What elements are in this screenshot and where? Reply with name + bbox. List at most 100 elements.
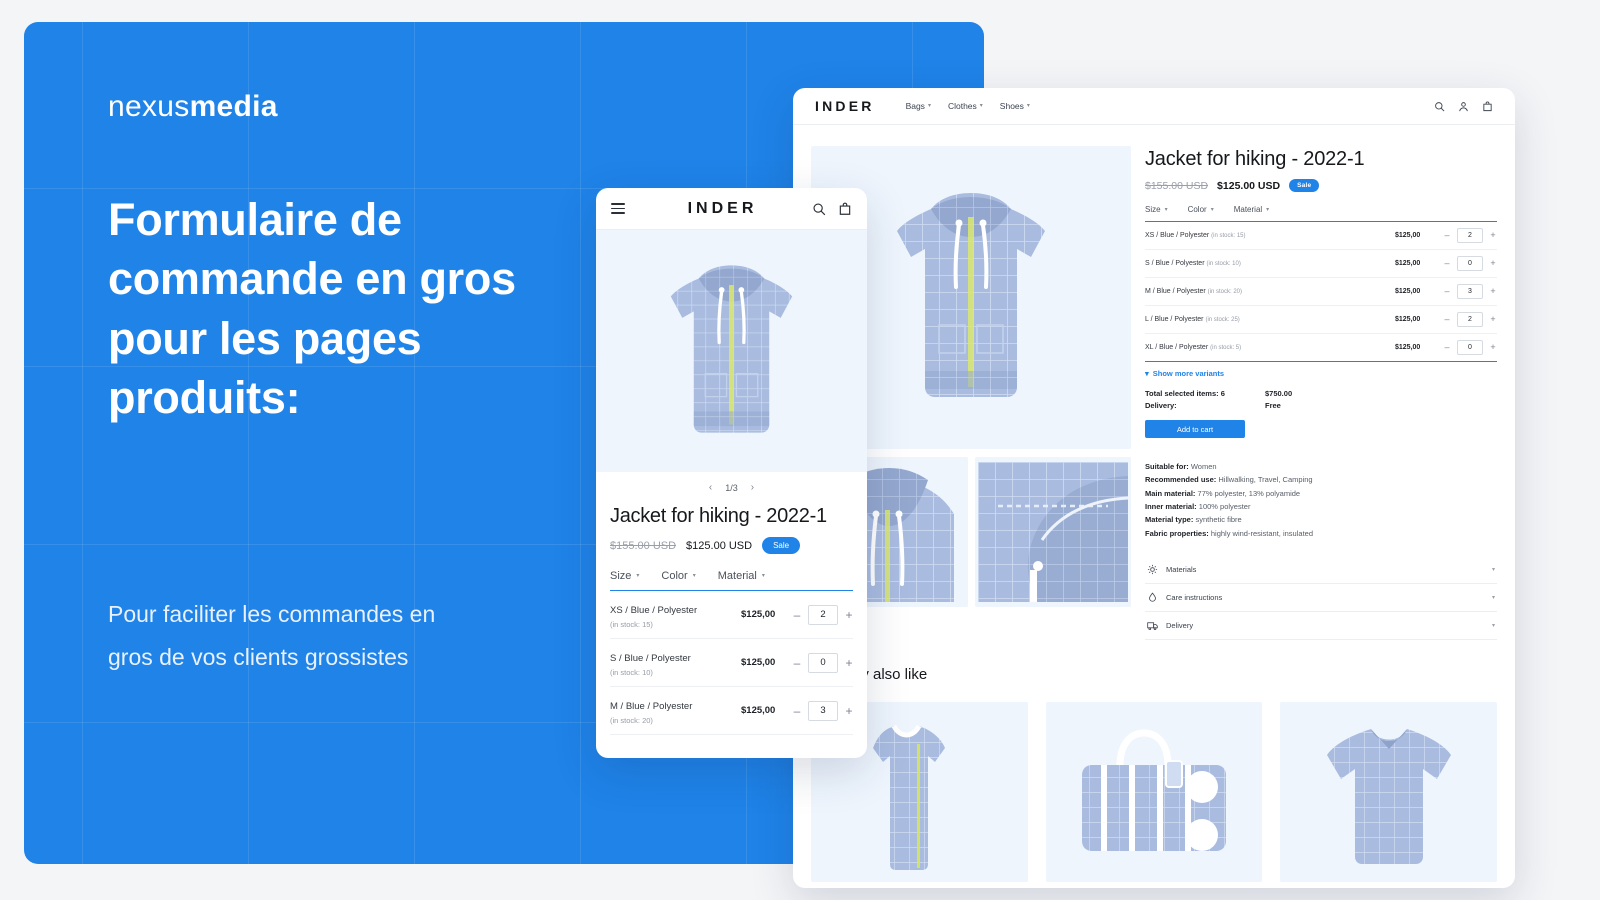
increment-button[interactable]: + (1489, 287, 1497, 296)
increment-button[interactable]: + (1489, 343, 1497, 352)
also-like-card-handbag[interactable] (1045, 702, 1263, 883)
mobile-product-title: Jacket for hiking - 2022-1 (610, 505, 827, 527)
spec-row: Recommended use: Hillwalking, Travel, Ca… (1145, 473, 1497, 486)
brand-logo: nexusmedia (108, 90, 900, 124)
increment-button[interactable]: + (845, 705, 853, 717)
nav-item-shoes[interactable]: Shoes ▾ (1000, 101, 1030, 111)
mobile-store-logo: INDER (687, 199, 758, 217)
spec-key: Fabric properties: (1145, 528, 1209, 538)
chevron-down-icon: ▾ (1491, 595, 1495, 602)
quantity-value[interactable]: 3 (808, 700, 838, 721)
total-items-value: $750.00 (1265, 388, 1293, 398)
increment-button[interactable]: + (1489, 315, 1497, 324)
mobile-variant-filters: Size ▾ Color ▾ Material ▾ (596, 554, 867, 590)
cart-icon[interactable] (838, 202, 852, 216)
variant-price: $125,00 (1395, 260, 1421, 267)
quantity-value[interactable]: 0 (1457, 256, 1483, 271)
variant-name: XS / Blue / Polyester (in stock: 15) (1145, 232, 1389, 239)
price-row: $155.00 USD $125.00 USD Sale (1145, 179, 1497, 192)
accordion-item-materials[interactable]: Materials ▾ (1145, 556, 1497, 585)
brand-logo-bold: media (189, 90, 278, 123)
hoodie-illustration (897, 192, 1045, 397)
filter-color-label: Color (1187, 205, 1207, 214)
mobile-store-window: INDER ‹ 1/3 › Jacket for hiking - 2022-1… (596, 188, 867, 758)
mobile-filter-size-label: Size (610, 570, 632, 582)
add-to-cart-button[interactable]: Add to cart (1145, 420, 1245, 438)
desktop-header: INDER Bags ▾ Clothes ▾ Shoes ▾ (793, 88, 1515, 125)
quantity-value[interactable]: 2 (1457, 312, 1483, 327)
mobile-price-row: $155.00 USD $125.00 USD Sale (596, 528, 867, 554)
quantity-value[interactable]: 0 (1457, 340, 1483, 355)
quantity-value[interactable]: 0 (808, 652, 838, 673)
you-may-also-like-section: You may also like (793, 640, 1515, 883)
account-icon[interactable] (1458, 101, 1469, 112)
screenshot-root: nexusmedia Formulaire de commande en gro… (0, 0, 1600, 900)
search-icon[interactable] (812, 202, 826, 216)
variant-table-footer: ▾ Show more variants Total selected item… (1145, 361, 1497, 438)
chevron-down-icon: ▾ (1164, 206, 1168, 213)
mobile-product-image[interactable] (596, 230, 867, 472)
decrement-button[interactable]: – (793, 657, 801, 669)
variant-name: S / Blue / Polyester (in stock: 10) (1145, 260, 1389, 267)
delivery-icon (1147, 620, 1158, 631)
chevron-down-icon: ▾ (1491, 623, 1495, 630)
search-icon[interactable] (1434, 101, 1445, 112)
increment-button[interactable]: + (845, 657, 853, 669)
decrement-button[interactable]: – (1443, 287, 1451, 296)
accordion-item-delivery[interactable]: Delivery ▾ (1145, 612, 1497, 641)
quantity-stepper: – 3 + (793, 700, 853, 721)
pager-next-button[interactable]: › (751, 482, 754, 493)
nav-item-bags[interactable]: Bags ▾ (906, 101, 931, 111)
chevron-down-icon: ▾ (927, 103, 931, 109)
variant-name-text: XL / Blue / Polyester (1145, 344, 1209, 351)
accordion-item-care-instructions[interactable]: Care instructions ▾ (1145, 584, 1497, 613)
table-row: XS / Blue / Polyester (in stock: 15) $12… (610, 591, 853, 639)
decrement-button[interactable]: – (793, 705, 801, 717)
filter-material[interactable]: Material ▾ (1234, 205, 1269, 214)
mobile-filter-material-label: Material (717, 570, 757, 582)
spec-value: highly wind-resistant, insulated (1210, 528, 1313, 538)
variant-stock: (in stock: 20) (1207, 289, 1243, 295)
increment-button[interactable]: + (1489, 259, 1497, 268)
also-like-card-t-shirt[interactable] (1280, 702, 1498, 883)
variant-table: XS / Blue / Polyester (in stock: 15) $12… (1145, 221, 1497, 361)
menu-icon[interactable] (611, 203, 625, 214)
increment-button[interactable]: + (1489, 231, 1497, 240)
quantity-value[interactable]: 2 (1457, 228, 1483, 243)
show-more-variants-button[interactable]: ▾ Show more variants (1145, 362, 1497, 387)
product-image-thumb-2[interactable] (974, 457, 1131, 607)
desktop-product-info: Jacket for hiking - 2022-1 $155.00 USD $… (1145, 146, 1497, 641)
decrement-button[interactable]: – (1443, 343, 1451, 352)
hood-detail-illustration (977, 462, 1128, 602)
pager-prev-button[interactable]: ‹ (709, 482, 712, 493)
filter-size[interactable]: Size ▾ (1145, 205, 1168, 214)
spec-row: Fabric properties: highly wind-resistant… (1145, 527, 1497, 540)
variant-name: XL / Blue / Polyester (in stock: 5) (1145, 344, 1389, 351)
quantity-value[interactable]: 2 (808, 604, 838, 625)
show-more-variants-label: Show more variants (1152, 369, 1225, 378)
variant-name: M / Blue / Polyester (in stock: 20) (610, 696, 741, 725)
cart-icon[interactable] (1482, 101, 1493, 112)
quantity-value[interactable]: 3 (1457, 284, 1483, 299)
decrement-button[interactable]: – (793, 609, 801, 621)
filter-color[interactable]: Color ▾ (1188, 205, 1214, 214)
filter-size-label: Size (1145, 205, 1161, 214)
spec-key: Main material: (1145, 488, 1196, 498)
mobile-filter-material[interactable]: Material ▾ (718, 570, 765, 582)
increment-button[interactable]: + (845, 609, 853, 621)
mobile-filter-color[interactable]: Color ▾ (661, 570, 695, 582)
mobile-filter-size[interactable]: Size ▾ (610, 570, 639, 582)
spec-value: Hillwalking, Travel, Camping (1218, 475, 1313, 485)
mobile-price-current: $125.00 USD (686, 539, 753, 552)
variant-name: L / Blue / Polyester (in stock: 25) (1145, 316, 1389, 323)
decrement-button[interactable]: – (1443, 259, 1451, 268)
spec-key: Material type: (1145, 515, 1194, 525)
variant-name-text: XS / Blue / Polyester (1145, 232, 1210, 239)
nav-item-clothes[interactable]: Clothes ▾ (948, 101, 983, 111)
table-row: XS / Blue / Polyester (in stock: 15) $12… (1145, 222, 1497, 250)
care-icon (1147, 592, 1158, 603)
promo-subtitle: Pour faciliter les commandes en gros de … (108, 600, 436, 670)
decrement-button[interactable]: – (1443, 315, 1451, 324)
variant-stock: (in stock: 10) (1206, 261, 1241, 267)
decrement-button[interactable]: – (1443, 231, 1451, 240)
